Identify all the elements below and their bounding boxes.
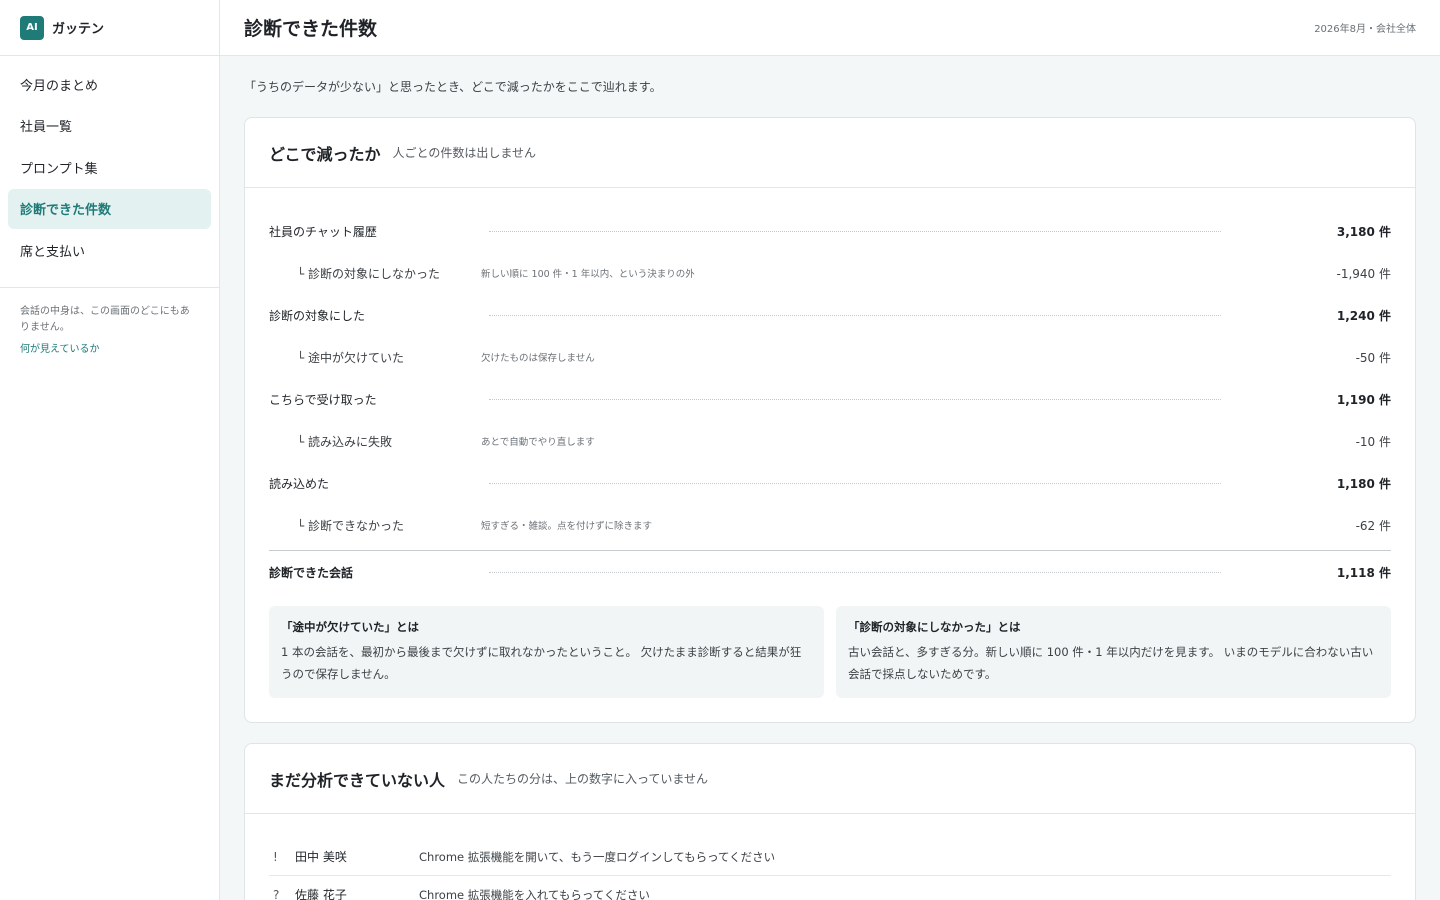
- funnel-subtitle: 人ごとの件数は出しません: [392, 146, 537, 160]
- employee-name: 佐藤 花子: [295, 888, 347, 900]
- funnel-drop-label: └ 読み込みに失敗: [297, 434, 393, 449]
- sidebar-item-summary[interactable]: 今月のまとめ: [8, 64, 211, 104]
- definition-text: 古い会話と、多すぎる分。新しい順に 100 件・1 年以内だけを見ます。 いまの…: [848, 645, 1374, 681]
- funnel-total-row: 診断できた会話 1,118 件: [269, 550, 1391, 594]
- definitions: 「途中が欠けていた」とは 1 本の会話を、最初から最後まで欠けずに取れなかったと…: [269, 606, 1391, 698]
- funnel-drop-value: -1,940 件: [1336, 266, 1392, 281]
- dotted-leader: [489, 482, 1221, 484]
- funnel-drop-note: 短すぎる・雑談。点を付けずに除きます: [481, 521, 653, 532]
- funnel-drop-row: └ 診断の対象にしなかった 新しい順に 100 件・1 年以内、という決まりの外…: [269, 252, 1391, 294]
- topbar: 診断できた件数 2026年8月・会社全体: [220, 0, 1440, 56]
- funnel-row: 診断の対象にした 1,240 件: [269, 294, 1391, 336]
- funnel-card: どこで減ったか 人ごとの件数は出しません 社員のチャット履歴 3,180 件 └…: [244, 117, 1416, 723]
- dotted-leader: [489, 230, 1221, 232]
- pending-action: Chrome 拡張機能を入れてもらってください: [419, 887, 650, 900]
- funnel-row-value: 1,190 件: [1336, 392, 1391, 407]
- funnel-body: 社員のチャット履歴 3,180 件 └ 診断の対象にしなかった 新しい順に 10…: [245, 188, 1415, 722]
- pending-subtitle: この人たちの分は、上の数字に入っていません: [457, 772, 709, 786]
- content: 「うちのデータが少ない」と思ったとき、どこで減ったかをここで辿れます。 どこで減…: [220, 56, 1440, 900]
- funnel-row-label: こちらで受け取った: [269, 392, 377, 407]
- funnel-drop-label: └ 途中が欠けていた: [297, 350, 405, 365]
- sidebar-item-employees[interactable]: 社員一覧: [8, 106, 211, 146]
- funnel-drop-label: └ 診断の対象にしなかった: [297, 266, 441, 281]
- employee-name: 田中 美咲: [295, 850, 347, 864]
- pending-row[interactable]: ? 佐藤 花子 Chrome 拡張機能を入れてもらってください: [269, 876, 1391, 900]
- page-context: 2026年8月・会社全体: [1314, 24, 1416, 35]
- pending-row[interactable]: ! 田中 美咲 Chrome 拡張機能を開いて、もう一度ログインしてもらってくだ…: [269, 838, 1391, 876]
- pending-action: Chrome 拡張機能を開いて、もう一度ログインしてもらってください: [419, 849, 776, 864]
- privacy-note-link[interactable]: 何が見えているか: [20, 340, 100, 355]
- definition-text: 1 本の会話を、最初から最後まで欠けずに取れなかったということ。 欠けたまま診断…: [281, 645, 802, 681]
- funnel-drop-row: └ 診断できなかった 短すぎる・雑談。点を付けずに除きます -62 件: [269, 504, 1391, 546]
- pending-card: まだ分析できていない人 この人たちの分は、上の数字に入っていません ! 田中 美…: [244, 743, 1416, 900]
- pending-list: ! 田中 美咲 Chrome 拡張機能を開いて、もう一度ログインしてもらってくだ…: [245, 814, 1415, 900]
- main-area: 診断できた件数 2026年8月・会社全体 「うちのデータが少ない」と思ったとき、…: [220, 0, 1440, 900]
- funnel-row: 社員のチャット履歴 3,180 件: [269, 210, 1391, 252]
- definition-title: 「診断の対象にしなかった」とは: [848, 620, 1021, 634]
- funnel-drop-row: └ 読み込みに失敗 あとで自動でやり直します -10 件: [269, 420, 1391, 462]
- funnel-row: 読み込めた 1,180 件: [269, 462, 1391, 504]
- funnel-drop-label: └ 診断できなかった: [297, 518, 405, 533]
- definition-box-not-targeted: 「診断の対象にしなかった」とは 古い会話と、多すぎる分。新しい順に 100 件・…: [836, 606, 1391, 698]
- definition-title: 「途中が欠けていた」とは: [281, 620, 419, 634]
- funnel-drop-note: 新しい順に 100 件・1 年以内、という決まりの外: [481, 269, 695, 280]
- privacy-note: 会話の中身は、この画面のどこにもありません。 何が見えているか: [0, 288, 219, 372]
- brand[interactable]: AI ガッテン: [0, 0, 219, 56]
- warning-icon: !: [273, 849, 278, 864]
- intro-text: 「うちのデータが少ない」と思ったとき、どこで減ったかをここで辿れます。: [244, 80, 662, 94]
- funnel-row-value: 1,240 件: [1336, 308, 1391, 323]
- brand-logo: AI: [20, 15, 44, 40]
- funnel-drop-value: -50 件: [1355, 350, 1391, 365]
- funnel-drop-row: └ 途中が欠けていた 欠けたものは保存しません -50 件: [269, 336, 1391, 378]
- funnel-total-value: 1,118 件: [1336, 566, 1391, 580]
- dotted-leader: [489, 314, 1221, 316]
- dotted-leader: [489, 398, 1221, 400]
- sidebar-item-diagnosed-count[interactable]: 診断できた件数: [8, 188, 211, 229]
- pending-title: まだ分析できていない人: [269, 770, 446, 790]
- funnel-title: どこで減ったか: [269, 144, 381, 164]
- funnel-drop-note: あとで自動でやり直します: [481, 437, 595, 448]
- page-title: 診断できた件数: [244, 18, 378, 40]
- dotted-leader: [489, 572, 1221, 573]
- sidebar-nav: 今月のまとめ 社員一覧 プロンプト集 診断できた件数 席と支払い: [0, 56, 219, 288]
- sidebar-item-prompts[interactable]: プロンプト集: [8, 147, 211, 187]
- brand-name: ガッテン: [52, 22, 105, 37]
- sidebar-item-seats-billing[interactable]: 席と支払い: [8, 230, 211, 270]
- sidebar: AI ガッテン 今月のまとめ 社員一覧 プロンプト集 診断できた件数 席と支払い…: [0, 0, 220, 900]
- question-icon: ?: [273, 887, 280, 900]
- funnel-card-header: どこで減ったか 人ごとの件数は出しません: [245, 118, 1415, 188]
- definition-box-missing-parts: 「途中が欠けていた」とは 1 本の会話を、最初から最後まで欠けずに取れなかったと…: [269, 606, 824, 698]
- funnel-row-value: 1,180 件: [1336, 476, 1391, 491]
- funnel-drop-value: -10 件: [1355, 434, 1391, 449]
- funnel-drop-note: 欠けたものは保存しません: [481, 353, 595, 364]
- funnel-row-label: 社員のチャット履歴: [269, 224, 377, 239]
- privacy-note-text: 会話の中身は、この画面のどこにもありません。: [20, 305, 190, 333]
- funnel-row-label: 読み込めた: [269, 476, 330, 491]
- funnel-total-label: 診断できた会話: [269, 566, 354, 580]
- funnel-row-label: 診断の対象にした: [269, 308, 366, 323]
- funnel-row-value: 3,180 件: [1336, 224, 1391, 239]
- funnel-row: こちらで受け取った 1,190 件: [269, 378, 1391, 420]
- pending-card-header: まだ分析できていない人 この人たちの分は、上の数字に入っていません: [245, 744, 1415, 814]
- funnel-drop-value: -62 件: [1355, 518, 1391, 533]
